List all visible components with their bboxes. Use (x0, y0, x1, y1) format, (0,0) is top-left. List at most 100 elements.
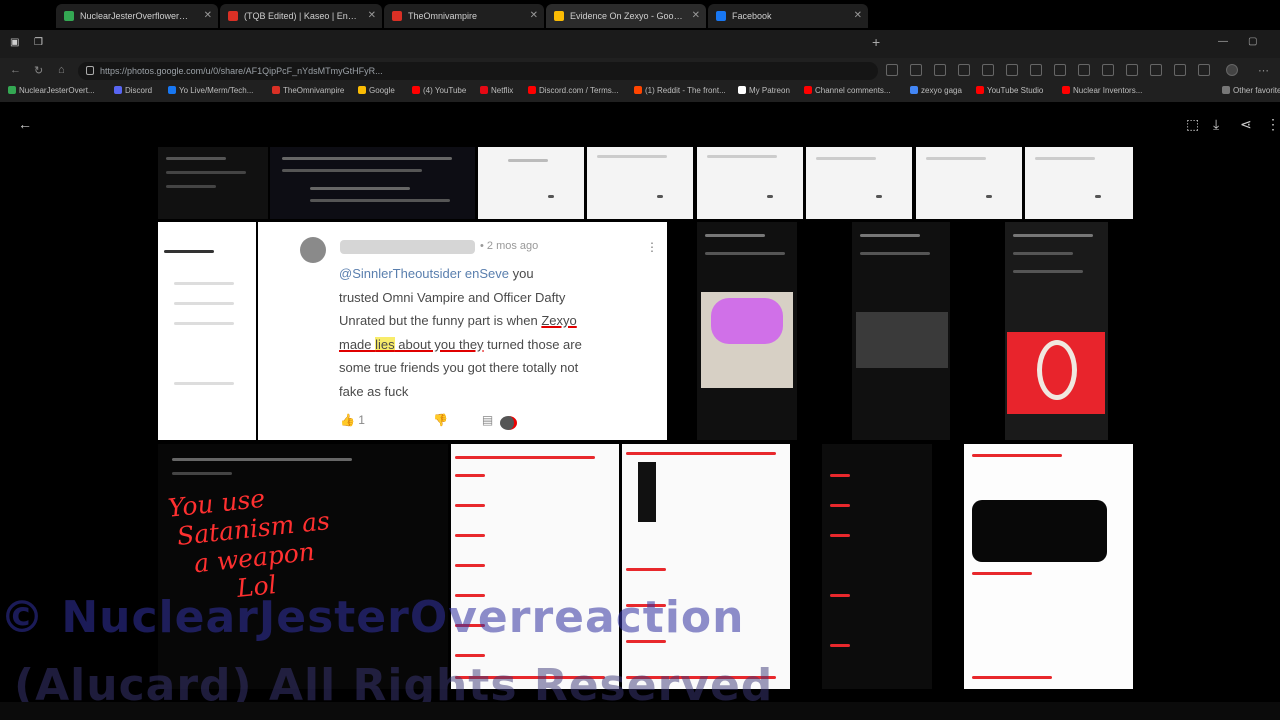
close-icon[interactable]: ✕ (692, 4, 700, 28)
comment-name: Zexyo (541, 313, 577, 328)
bookmark-favicon (114, 86, 122, 94)
photo-thumbnail[interactable] (478, 147, 584, 219)
share-icon[interactable]: ⋖ (1240, 116, 1252, 133)
home-icon[interactable]: ⌂ (58, 64, 65, 76)
bookmark-item[interactable]: My Patreon (738, 86, 790, 95)
extension-icon[interactable] (886, 64, 898, 76)
photo-thumbnail[interactable] (587, 147, 693, 219)
photo-thumbnail[interactable] (806, 147, 912, 219)
close-icon[interactable]: ✕ (368, 4, 376, 28)
bookmark-favicon (412, 86, 420, 94)
bookmark-label: (4) YouTube (423, 86, 467, 95)
photo-thumbnail[interactable] (822, 444, 932, 689)
extension-icon[interactable] (1054, 64, 1066, 76)
bookmark-label: Discord.com / Terms... (539, 86, 619, 95)
photo-thumbnail[interactable] (1005, 222, 1108, 440)
close-icon[interactable]: ✕ (854, 4, 862, 28)
extension-icon[interactable] (1102, 64, 1114, 76)
close-icon[interactable]: ✕ (204, 4, 212, 28)
bookmark-item[interactable]: Other favorites (1222, 86, 1280, 95)
extension-icon[interactable] (934, 64, 946, 76)
lock-icon[interactable] (86, 66, 94, 75)
extension-icon[interactable] (1006, 64, 1018, 76)
bookmark-favicon (634, 86, 642, 94)
back-icon[interactable]: ← (10, 64, 21, 76)
redaction-block (638, 462, 656, 522)
bookmark-label: Netflix (491, 86, 514, 95)
photo-area (856, 312, 948, 368)
photo-thumbnail[interactable] (270, 147, 475, 219)
comment-text-2: trusted Omni Vampire and Officer Dafty (339, 289, 566, 305)
photo-thumbnail[interactable] (852, 222, 950, 440)
extension-icon[interactable] (1174, 64, 1186, 76)
bookmark-item[interactable]: (1) Reddit - The front... (634, 86, 726, 95)
minimize-icon[interactable]: — (1218, 36, 1228, 47)
tab-4[interactable]: Evidence On Zexyo - Google Ph ✕ (546, 4, 706, 28)
refresh-icon[interactable]: ↻ (34, 64, 43, 77)
bookmark-item[interactable]: YouTube Studio (976, 86, 1043, 95)
bookmark-item[interactable]: zexyo gaga (910, 86, 962, 95)
save-to-album-icon[interactable]: ⬚ (1186, 116, 1199, 133)
photo-thumbnail[interactable] (622, 444, 790, 689)
new-tab-icon[interactable]: + (872, 34, 880, 50)
extension-icon[interactable] (1150, 64, 1162, 76)
photo-thumbnail[interactable] (916, 147, 1022, 219)
bookmark-label: Google (369, 86, 395, 95)
bookmark-item[interactable]: Netflix (480, 86, 513, 95)
bookmark-item[interactable]: NuclearJesterOvert... (8, 86, 95, 95)
bookmark-item[interactable]: Discord.com / Terms... (528, 86, 618, 95)
tab-5[interactable]: Facebook ✕ (708, 4, 868, 28)
photo-thumbnail[interactable] (451, 444, 619, 689)
photo-thumbnail[interactable] (964, 444, 1133, 689)
comment-text-1: you (509, 266, 534, 281)
profile-avatar[interactable] (1226, 64, 1238, 76)
extension-icon[interactable] (982, 64, 994, 76)
bookmark-favicon (480, 86, 488, 94)
tab-1-favicon (64, 11, 74, 21)
extension-icon[interactable] (1078, 64, 1090, 76)
download-icon[interactable]: ⤓ (1213, 116, 1219, 133)
photo-thumbnail[interactable] (1025, 147, 1133, 219)
workspaces-icon[interactable]: ❐ (34, 37, 43, 48)
photo-thumbnail[interactable] (158, 222, 256, 440)
comment-text-4a: made (339, 336, 376, 352)
bookmark-item[interactable]: Nuclear Inventors... (1062, 86, 1142, 95)
extension-icon[interactable] (1030, 64, 1042, 76)
tab-2[interactable]: (TQB Edited) | Kaseo | Endless ✕ (220, 4, 382, 28)
tab-4-favicon (554, 11, 564, 21)
redacted-username (340, 240, 475, 254)
comment-actions: 👍 1 👎 ▤ (340, 413, 527, 427)
tab-5-favicon (716, 11, 726, 21)
rope-shape (1037, 340, 1077, 400)
more-options-icon[interactable]: ⋮ (1266, 116, 1280, 133)
back-arrow-icon[interactable]: ← (18, 116, 32, 132)
close-icon[interactable]: ✕ (530, 4, 538, 28)
bookmark-item[interactable]: Discord (114, 86, 152, 95)
bookmark-label: YouTube Studio (987, 86, 1044, 95)
thumbs-up-icon: 👍 1 (340, 413, 365, 427)
tab-actions-icon[interactable]: ▣ (10, 37, 19, 48)
tab-3-favicon (392, 11, 402, 21)
bookmark-label: NuclearJesterOvert... (19, 86, 95, 95)
bookmark-item[interactable]: (4) YouTube (412, 86, 466, 95)
more-menu-icon[interactable]: ⋯ (1258, 64, 1269, 77)
photo-thumbnail[interactable] (158, 147, 268, 219)
extension-icon[interactable] (910, 64, 922, 76)
bookmark-item[interactable]: TheOmnivampire (272, 86, 344, 95)
bookmark-favicon (1222, 86, 1230, 94)
bookmark-item[interactable]: Google (358, 86, 395, 95)
bookmark-favicon (1062, 86, 1070, 94)
comment-text-3: Unrated but the funny part is when (339, 313, 542, 328)
extension-icon[interactable] (958, 64, 970, 76)
bookmark-item[interactable]: Channel comments... (804, 86, 891, 95)
extension-icon[interactable] (1126, 64, 1138, 76)
extension-icon[interactable] (1198, 64, 1210, 76)
tab-3[interactable]: TheOmnivampire ✕ (384, 4, 544, 28)
maximize-icon[interactable]: ▢ (1248, 36, 1257, 47)
tab-1[interactable]: NuclearJesterOverflower@Ke ✕ (56, 4, 218, 28)
photo-thumbnail[interactable] (697, 222, 797, 440)
bookmark-label: (1) Reddit - The front... (645, 86, 726, 95)
bookmark-item[interactable]: Yo Live/Merm/Tech... (168, 86, 253, 95)
photo-thumbnail[interactable] (697, 147, 803, 219)
url-field[interactable]: https://photos.google.com/u/0/share/AF1Q… (78, 62, 878, 80)
